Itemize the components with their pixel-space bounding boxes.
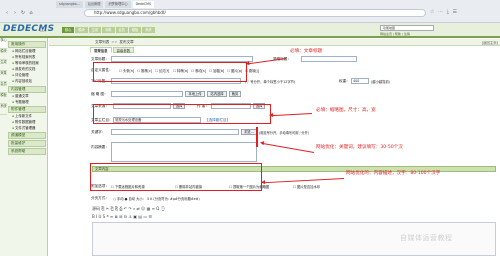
title-note: 必填：文章标题 — [290, 49, 323, 54]
header-tab[interactable]: 模块 — [75, 27, 88, 33]
weight-input[interactable]: 400 — [351, 78, 369, 84]
sidebar: 核心 模块 生成 采集 会员 模板 系统 常用操作 网站栏目管理 所有档案列表 … — [0, 38, 48, 256]
keywords-note: 网站优化：关键词，建议填写：30-50个汉 — [316, 145, 403, 150]
site-select-button[interactable]: 站内选择 — [207, 91, 227, 97]
address-bar[interactable]: http://www.sdguangbo.com/gbhbdt/ — [84, 9, 426, 17]
extension-icons[interactable]: ☆ ⋯ ⤓ ☰ — [430, 9, 458, 15]
header-links[interactable]: 网站主页 | 帮助 | 注销 — [380, 32, 410, 36]
upload-local-button[interactable]: 本地上传 — [185, 91, 205, 97]
sidebar-menu: 常用操作 网站栏目管理 所有档案列表 等待审核的档案 我发布的文档 评论管理 内… — [8, 40, 47, 156]
thumb-note: 必填：缩略图，尺寸：高，宽 — [316, 108, 376, 113]
cms-header: DEDECMS v5.7 核心 模块 生成 采集 会员 模板 系统 功能地图 网… — [0, 23, 500, 38]
tag-hint: (',' 号分开，单个标签小于12字节) — [245, 80, 296, 84]
browser-tab[interactable]: sdguangbo... — [56, 1, 83, 8]
breadcrumb: 文章列表 >> 发布文章 [返回主页] — [49, 39, 500, 46]
browser-tab-active[interactable]: DedeCMS — [132, 1, 154, 8]
header-tab[interactable]: 会员 — [115, 27, 128, 33]
desc-label: 内容摘要： — [91, 145, 109, 149]
header-tab[interactable]: 核心 — [62, 27, 75, 33]
watermark-text: 自媒体运营教程 — [400, 234, 453, 242]
keywords-hint: (用逗号分开，手动填写可用','分开) — [259, 131, 309, 135]
keywords-label: 关键字： — [91, 130, 106, 134]
forward-icon[interactable]: › — [12, 10, 18, 16]
breadcrumb-item[interactable]: 文章列表 — [95, 40, 109, 44]
home-icon[interactable]: ⌂ — [28, 10, 34, 16]
keywords-browse-button[interactable]: 浏览... — [241, 129, 257, 135]
crop-button[interactable]: 裁剪 — [229, 91, 241, 97]
weight-hint: (越小越靠前) — [371, 80, 391, 84]
description-textarea[interactable] — [111, 142, 257, 162]
desc-highlight-box — [90, 163, 262, 191]
header-tab[interactable]: 系统 — [142, 27, 155, 33]
header-tab[interactable]: 采集 — [102, 27, 115, 33]
sidebar-tab[interactable]: 模块 — [0, 49, 7, 60]
sidebar-tab[interactable]: 采集 — [0, 71, 7, 82]
browser-tab[interactable]: 织梦管理中心 — [105, 1, 131, 8]
tab-general[interactable]: 常规信息 — [90, 47, 112, 53]
paging-label: 分页方式： — [91, 196, 109, 200]
paging-options[interactable]: ○ 手动 ● 自动 大小： 5 K (分页符为: #p#分页标题#e#) — [113, 196, 200, 201]
sidebar-tab[interactable]: 生成 — [0, 60, 7, 71]
sidebar-tab[interactable]: 会员 — [0, 82, 7, 93]
header-tabs: 核心 模块 生成 采集 会员 模板 系统 — [62, 27, 155, 33]
short-title-input[interactable] — [301, 56, 357, 62]
sidebar-group-title[interactable]: 系统帮助 — [8, 148, 46, 156]
header-tab[interactable]: 生成 — [88, 27, 102, 33]
title-highlight-box — [93, 62, 247, 82]
thumb-highlight-box — [93, 104, 271, 124]
version-label: v5.7 — [40, 29, 47, 33]
sidebar-tabs: 核心 模块 生成 采集 会员 模板 系统 — [0, 38, 7, 115]
function-map-select[interactable]: 功能地图 — [380, 25, 434, 31]
thumb-input[interactable] — [111, 91, 183, 97]
thumb-label: 缩 略 图： — [91, 92, 108, 96]
keywords-input[interactable] — [111, 129, 239, 135]
form-tabs: 常规信息 高级参数 — [90, 47, 135, 53]
option-checkbox[interactable]: 图片是否加水印 — [293, 184, 320, 189]
sidebar-group-title[interactable]: 内容管理 — [8, 85, 46, 93]
sidebar-item[interactable]: 文件式管理器 — [8, 125, 47, 131]
editor-toolbar-2[interactable]: B I U S ❝ ≡ ≣ ⊞ ⊟ ⚓ ▣ ▤ ▭ ☰ — [92, 214, 152, 219]
weight-label: 权重： — [339, 79, 350, 83]
sidebar-group-title[interactable]: 常用操作 — [8, 41, 46, 48]
browser-tab[interactable]: 后台管理 — [84, 1, 104, 8]
back-home-link[interactable]: [返回主页] — [482, 40, 498, 47]
attr-checkbox[interactable]: 跳转[j] — [245, 68, 259, 73]
tab-advanced[interactable]: 高级参数 — [112, 47, 135, 53]
refresh-icon[interactable]: ↻ — [20, 10, 26, 16]
browser-tabs: sdguangbo... 后台管理 织梦管理中心 DedeCMS — [56, 1, 154, 8]
keywords-highlight-mark — [256, 127, 258, 147]
sidebar-tab[interactable]: 系统 — [0, 104, 7, 115]
sidebar-group-title[interactable]: 批量维护 — [8, 140, 46, 148]
sidebar-item[interactable]: 内容回收站 — [8, 78, 47, 84]
sidebar-tab[interactable]: 核心 — [0, 38, 7, 49]
sidebar-group-title[interactable]: 频道模型 — [8, 132, 46, 140]
browser-toolbar: sdguangbo... 后台管理 织梦管理中心 DedeCMS ‹ › ↻ ⌂… — [0, 0, 500, 23]
desc-note: 网站优化的：内容描述，汉字：80-100个汉字 — [346, 171, 441, 176]
sidebar-item[interactable]: 专题管理 — [8, 99, 47, 105]
editor-toolbar-1[interactable]: 源码 ⎘ ✂ ⎗ ⎘ ⎙ ↶ ↷ ⌕ ⇄ ☺ ▦ ≡ Ω ⌚ — [92, 206, 166, 212]
breadcrumb-item: 发布文章 — [119, 40, 134, 44]
header-tab[interactable]: 模板 — [128, 27, 142, 33]
back-icon[interactable]: ‹ — [4, 10, 10, 16]
sidebar-tab[interactable]: 模板 — [0, 93, 7, 104]
sidebar-group-title[interactable]: 附件管理 — [8, 105, 46, 113]
